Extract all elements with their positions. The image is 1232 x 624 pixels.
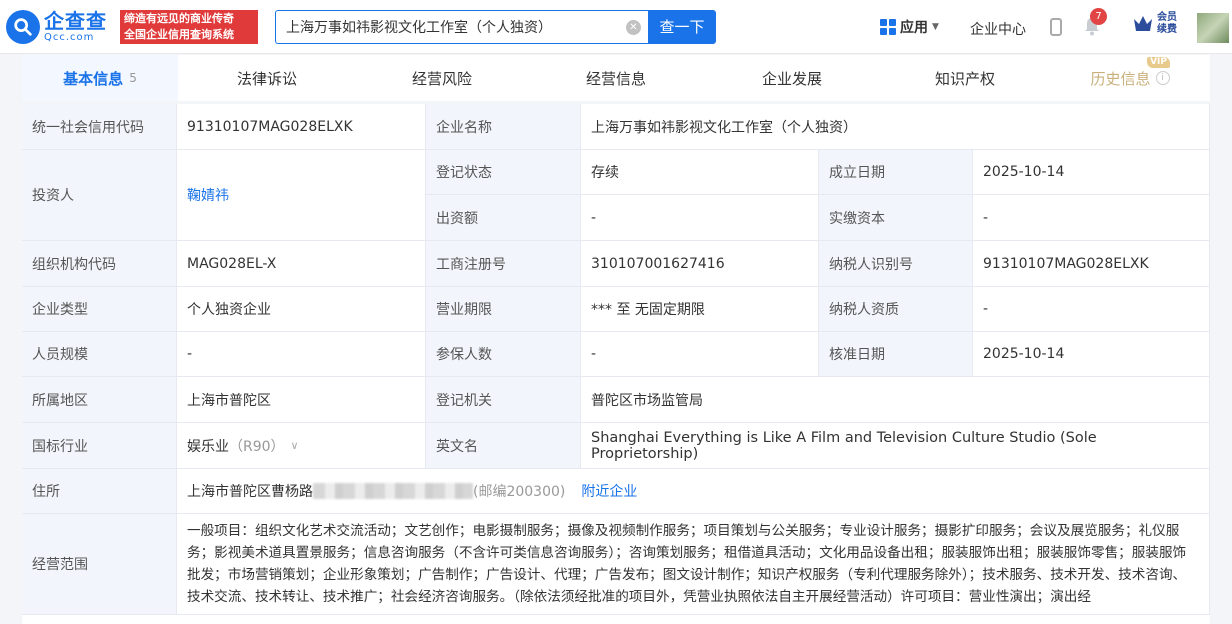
scope-value: 一般项目：组织文化艺术交流活动；文艺创作；电影摄制服务；摄像及视频制作服务；项目… (177, 514, 1210, 615)
insured-label: 参保人数 (426, 332, 581, 377)
apps-menu[interactable]: 应用 ▼ (880, 17, 939, 37)
term-value: *** 至 无固定期限 (581, 287, 819, 332)
tab-label: 经营信息 (585, 69, 646, 88)
vip-tag: VIP (1147, 57, 1170, 68)
contribution-label: 出资额 (426, 195, 581, 241)
tab-label: 法律诉讼 (236, 69, 297, 88)
tab-label: 历史信息 (1090, 69, 1151, 88)
tab-basic-info[interactable]: 基本信息 5 (22, 55, 178, 101)
investor-link[interactable]: 鞠婧祎 (187, 185, 229, 205)
top-header: 企查查 Qcc.com 缔造有远见的商业传奇 全国企业信用查询系统 ✕ 查一下 … (0, 0, 1232, 54)
approve-date-label: 核准日期 (819, 332, 973, 377)
paid-capital-label: 实缴资本 (819, 195, 973, 241)
insured-value: - (581, 332, 819, 377)
search-box: ✕ (275, 10, 649, 44)
tab-bar: 基本信息 5 法律诉讼 经营风险 经营信息 企业发展 知识产权 VIP 历史信息 i (22, 55, 1210, 101)
avatar[interactable] (1197, 13, 1229, 43)
search-button[interactable]: 查一下 (648, 10, 716, 44)
mobile-icon[interactable] (1050, 18, 1062, 36)
scope-label: 经营范围 (22, 514, 177, 615)
taxpayer-id-value: 91310107MAG028ELXK (973, 241, 1210, 287)
company-name-label: 企业名称 (426, 104, 581, 150)
english-name-value: Shanghai Everything is Like A Film and T… (581, 423, 1210, 469)
address-cell: 上海市普陀区曹杨路 (邮编200300) 附近企业 (177, 469, 1210, 514)
found-date-label: 成立日期 (819, 150, 973, 195)
enterprise-center-link[interactable]: 企业中心 (970, 19, 1026, 39)
org-code-label: 组织机构代码 (22, 241, 177, 287)
taxpayer-id-label: 纳税人识别号 (819, 241, 973, 287)
credit-code-value: 91310107MAG028ELXK (177, 104, 426, 150)
reg-status-label: 登记状态 (426, 150, 581, 195)
tab-ip[interactable]: 知识产权 (880, 55, 1050, 101)
investor-label: 投资人 (22, 150, 177, 241)
basic-info-table: 统一社会信用代码 91310107MAG028ELXK 企业名称 上海万事如祎影… (22, 104, 1210, 624)
vip-line-1: 会员 (1157, 12, 1177, 23)
logo-text-en: Qcc.com (44, 32, 95, 43)
company-type-value: 个人独资企业 (177, 287, 426, 332)
apps-menu-label: 应用 (900, 20, 928, 36)
industry-code: （R90） (229, 438, 285, 455)
tab-label: 企业发展 (761, 69, 822, 88)
industry-label: 国标行业 (22, 423, 177, 469)
approve-date-value: 2025-10-14 (973, 332, 1210, 377)
crown-icon (1134, 16, 1152, 31)
info-icon[interactable]: i (1155, 71, 1170, 85)
company-name-value: 上海万事如祎影视文化工作室（个人独资） (581, 104, 1210, 150)
clear-icon[interactable]: ✕ (626, 20, 641, 35)
english-name-label: 英文名 (426, 423, 581, 469)
postal-code: (邮编200300) (473, 484, 566, 500)
industry-value: 娱乐业 (187, 438, 229, 455)
slogan-banner: 缔造有远见的商业传奇 全国企业信用查询系统 (120, 10, 258, 44)
tab-history[interactable]: VIP 历史信息 i (1050, 55, 1210, 101)
caret-down-icon: ▼ (932, 22, 939, 32)
tab-label: 经营风险 (411, 69, 472, 88)
notification-badge: 7 (1090, 8, 1107, 25)
tab-label: 知识产权 (934, 69, 995, 88)
site-logo[interactable]: 企查查 Qcc.com (6, 9, 107, 45)
tab-label: 基本信息 (63, 69, 124, 88)
tab-legal[interactable]: 法律诉讼 (178, 55, 356, 101)
staff-size-value: - (177, 332, 426, 377)
found-date-value: 2025-10-14 (973, 150, 1210, 195)
chevron-down-icon[interactable]: ∨ (291, 439, 299, 452)
investor-cell: 鞠婧祎 (177, 150, 426, 241)
reg-authority-value: 普陀区市场监管局 (581, 377, 1210, 423)
slogan-line-2: 全国企业信用查询系统 (124, 28, 234, 41)
address-value: 上海市普陀区曹杨路 (187, 484, 313, 500)
tab-operation[interactable]: 经营信息 (528, 55, 704, 101)
taxpayer-qual-label: 纳税人资质 (819, 287, 973, 332)
reg-status-value: 存续 (581, 150, 819, 195)
nearby-companies-link[interactable]: 附近企业 (581, 481, 637, 501)
tab-count: 5 (129, 71, 137, 85)
apps-grid-icon (880, 19, 896, 35)
logo-icon (6, 10, 40, 44)
company-type-label: 企业类型 (22, 287, 177, 332)
vip-renew[interactable]: 会员 续费 (1132, 12, 1177, 36)
paid-capital-value: - (973, 195, 1210, 241)
biz-reg-no-value: 310107001627416 (581, 241, 819, 287)
vip-line-2: 续费 (1157, 24, 1177, 35)
taxpayer-qual-value: - (973, 287, 1210, 332)
slogan-line-1: 缔造有远见的商业传奇 (124, 12, 234, 25)
org-code-value: MAG028EL-X (177, 241, 426, 287)
tab-risk[interactable]: 经营风险 (356, 55, 528, 101)
tab-development[interactable]: 企业发展 (704, 55, 880, 101)
logo-text-cn: 企查查 (44, 9, 107, 33)
reg-authority-label: 登记机关 (426, 377, 581, 423)
contribution-value: - (581, 195, 819, 241)
industry-cell[interactable]: 娱乐业 （R90） ∨ (177, 423, 426, 469)
search-input[interactable] (286, 11, 626, 43)
region-value: 上海市普陀区 (177, 377, 426, 423)
credit-code-label: 统一社会信用代码 (22, 104, 177, 150)
region-label: 所属地区 (22, 377, 177, 423)
biz-reg-no-label: 工商注册号 (426, 241, 581, 287)
address-label: 住所 (22, 469, 177, 514)
staff-size-label: 人员规模 (22, 332, 177, 377)
address-masked (313, 483, 473, 499)
term-label: 营业期限 (426, 287, 581, 332)
